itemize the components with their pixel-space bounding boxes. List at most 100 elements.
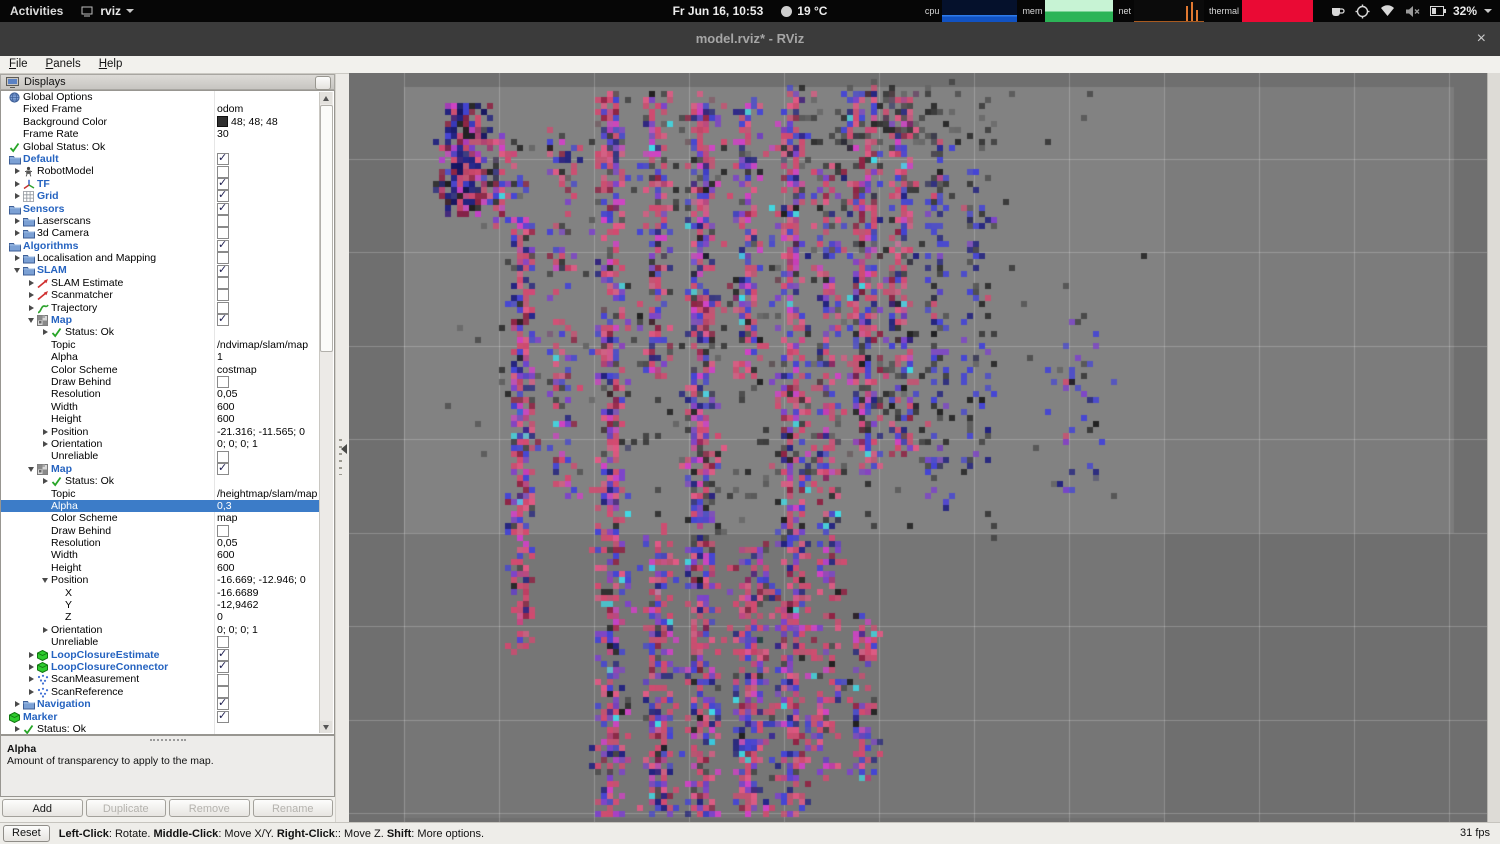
mem-monitor[interactable]: mem [1022,0,1113,22]
expand-triangle-icon[interactable] [14,723,23,735]
3d-viewport[interactable] [349,73,1487,822]
property-value[interactable]: -16.6689 [214,587,320,599]
tree-row-scanmeasurement[interactable]: ScanMeasurement [1,673,320,685]
property-value[interactable]: 1 [214,351,320,363]
property-value[interactable]: 0; 0; 0; 1 [214,624,320,636]
reset-button[interactable]: Reset [3,825,50,842]
property-value[interactable] [214,636,320,648]
tree-row-global-status-ok[interactable]: Global Status: Ok [1,141,320,153]
enable-checkbox[interactable] [217,463,229,475]
property-value[interactable]: -12,9462 [214,599,320,611]
clock[interactable]: Fr Jun 16, 10:53 [673,4,764,18]
remove-button[interactable]: Remove [169,799,250,817]
property-value[interactable]: 600 [214,401,320,413]
property-value[interactable] [214,252,320,264]
tree-row-grid[interactable]: Grid [1,190,320,202]
tree-row-color-scheme[interactable]: Color Schememap [1,512,320,524]
property-value[interactable] [214,376,320,388]
property-value[interactable] [214,314,320,326]
tree-row-position[interactable]: Position-21.316; -11.565; 0 [1,426,320,438]
expand-triangle-icon[interactable] [28,673,37,685]
tree-row-resolution[interactable]: Resolution0,05 [1,537,320,549]
tree-row-orientation[interactable]: Orientation0; 0; 0; 1 [1,438,320,450]
enable-checkbox[interactable] [217,674,229,686]
expand-triangle-icon[interactable] [42,326,51,338]
tree-row-status-ok[interactable]: Status: Ok [1,475,320,487]
resize-grip[interactable] [150,739,186,741]
scrollbar-thumb[interactable] [320,105,333,352]
tree-row-laserscans[interactable]: Laserscans [1,215,320,227]
enable-checkbox[interactable] [217,166,229,178]
property-value[interactable]: 48; 48; 48 [214,116,320,128]
menu-file[interactable]: File [0,56,37,73]
expand-triangle-icon[interactable] [42,624,51,636]
volume-muted-icon[interactable] [1405,0,1421,22]
tree-row-algorithms[interactable]: Algorithms [1,240,320,252]
enable-checkbox[interactable] [217,178,229,190]
tree-row-y[interactable]: Y-12,9462 [1,599,320,611]
property-value[interactable]: 0; 0; 0; 1 [214,438,320,450]
tree-row-scanreference[interactable]: ScanReference [1,686,320,698]
tree-row-unreliable[interactable]: Unreliable [1,636,320,648]
property-value[interactable] [214,190,320,202]
enable-checkbox[interactable] [217,277,229,289]
property-value[interactable] [214,463,320,475]
scrollbar-down-icon[interactable] [320,721,332,733]
enable-checkbox[interactable] [217,240,229,252]
expand-triangle-icon[interactable] [14,227,23,239]
tree-row-slam[interactable]: SLAM [1,264,320,276]
property-value[interactable]: -16.669; -12.946; 0 [214,574,320,586]
expand-triangle-icon[interactable] [42,426,51,438]
property-value[interactable] [214,153,320,165]
tree-row-width[interactable]: Width600 [1,401,320,413]
property-value[interactable]: 600 [214,413,320,425]
expand-triangle-icon[interactable] [28,686,37,698]
tree-row-loopclosureconnector[interactable]: LoopClosureConnector [1,661,320,673]
tree-row-alpha[interactable]: Alpha0,3 [1,500,320,512]
tree-row-slam-estimate[interactable]: SLAM Estimate [1,277,320,289]
enable-checkbox[interactable] [217,636,229,648]
tree-row-tf[interactable]: TF [1,178,320,190]
tree-row-width[interactable]: Width600 [1,549,320,561]
property-value[interactable]: 0 [214,611,320,623]
tree-row-map[interactable]: Map [1,314,320,326]
tree-row-alpha[interactable]: Alpha1 [1,351,320,363]
expand-triangle-icon[interactable] [14,178,23,190]
expand-triangle-icon[interactable] [14,252,23,264]
tree-row-position[interactable]: Position-16.669; -12.946; 0 [1,574,320,586]
net-monitor[interactable]: net [1118,0,1204,22]
battery-percent[interactable]: 32% [1453,4,1477,18]
add-button[interactable]: Add [2,799,83,817]
expand-triangle-icon[interactable] [28,277,37,289]
thermal-monitor[interactable]: thermal [1209,0,1313,22]
property-value[interactable] [214,698,320,710]
enable-checkbox[interactable] [217,215,229,227]
property-value[interactable]: 0,05 [214,388,320,400]
property-value[interactable]: 30 [214,128,320,140]
tree-row-fixed-frame[interactable]: Fixed Frameodom [1,103,320,115]
tree-row-status-ok[interactable]: Status: Ok [1,326,320,338]
tree-row-frame-rate[interactable]: Frame Rate30 [1,128,320,140]
tree-row-trajectory[interactable]: Trajectory [1,302,320,314]
tree-row-background-color[interactable]: Background Color48; 48; 48 [1,116,320,128]
tree-row-draw-behind[interactable]: Draw Behind [1,525,320,537]
enable-checkbox[interactable] [217,227,229,239]
collapse-triangle-icon[interactable] [28,314,37,326]
property-value[interactable] [214,215,320,227]
expand-triangle-icon[interactable] [14,190,23,202]
property-value[interactable] [214,203,320,215]
property-value[interactable]: costmap [214,364,320,376]
tree-row-height[interactable]: Height600 [1,562,320,574]
tree-row-draw-behind[interactable]: Draw Behind [1,376,320,388]
tree-row-3d-camera[interactable]: 3d Camera [1,227,320,239]
tree-row-status-ok[interactable]: Status: Ok [1,723,320,735]
tree-row-localisation-and-mapping[interactable]: Localisation and Mapping [1,252,320,264]
weather-indicator[interactable]: 19 °C [781,4,827,18]
collapse-triangle-icon[interactable] [28,463,37,475]
close-icon[interactable]: × [1477,29,1486,49]
wifi-icon[interactable] [1380,0,1396,22]
window-title-bar[interactable]: model.rviz* - RViz × [0,22,1500,57]
expand-triangle-icon[interactable] [42,475,51,487]
property-value[interactable] [214,686,320,698]
property-value[interactable]: /ndvimap/slam/map [214,339,320,351]
